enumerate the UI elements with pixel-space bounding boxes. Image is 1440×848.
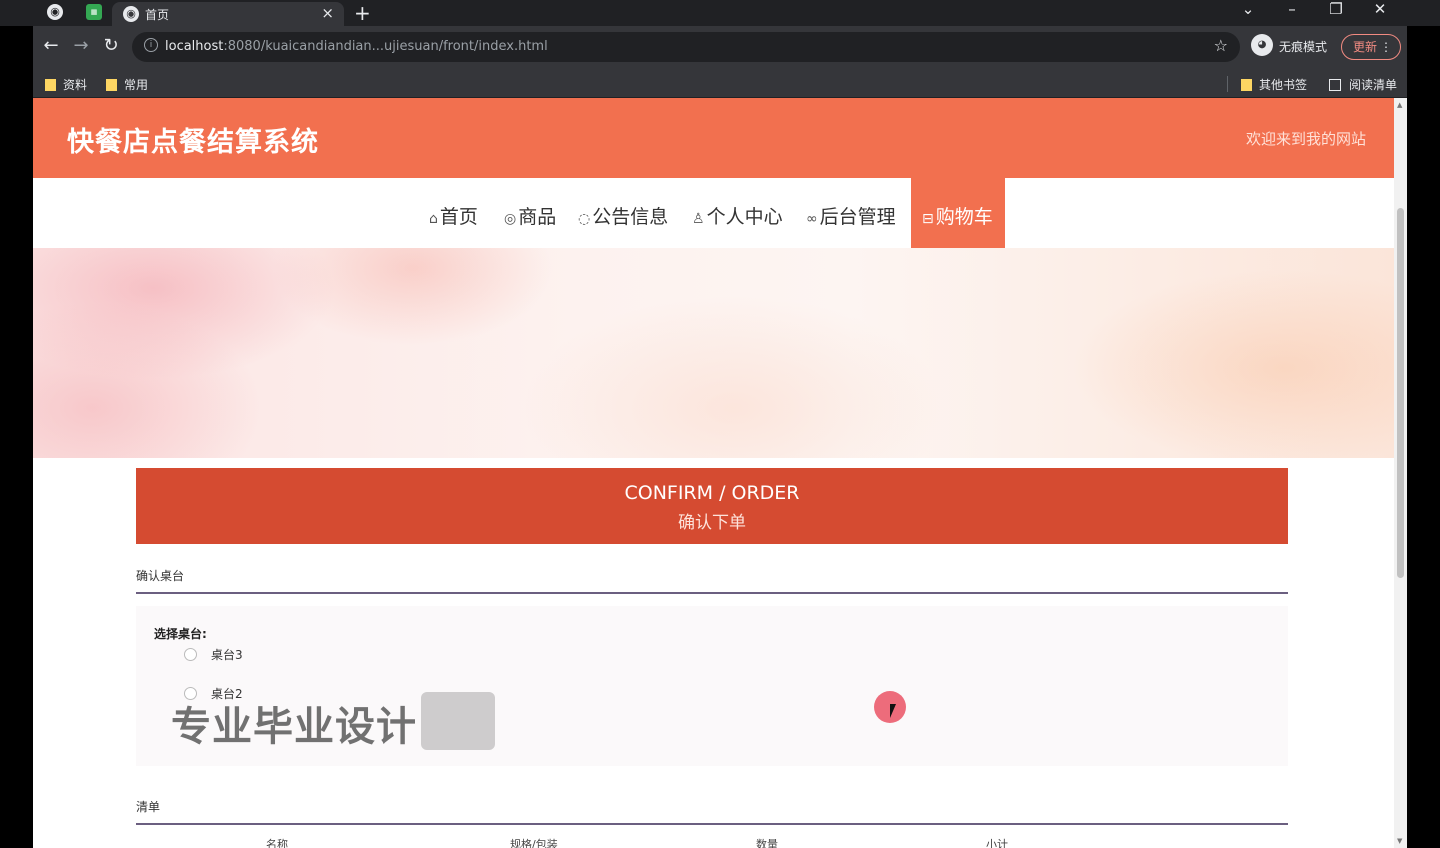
close-icon[interactable]: × [321, 4, 334, 22]
browser-tab-active[interactable]: ◉ 首页 × [112, 2, 344, 26]
mouse-cursor-icon [890, 704, 902, 718]
site-title: 快餐店点餐结算系统 [67, 127, 319, 158]
column-header: 规格/包装 [510, 838, 558, 848]
bookmark-star-icon[interactable]: ☆ [1214, 36, 1228, 55]
globe-icon: ◉ [123, 6, 139, 22]
address-bar[interactable]: i localhost:8080/kuaicandiandian...ujies… [132, 32, 1240, 62]
back-icon[interactable]: ← [39, 35, 63, 56]
page-scrollbar[interactable]: ▲ ▼ [1394, 98, 1407, 848]
welcome-text: 欢迎来到我的网站 [1245, 130, 1366, 148]
menu-dots-icon[interactable]: ⋮ [1380, 35, 1392, 59]
column-header: 名称 [266, 838, 288, 848]
table-option[interactable]: 桌台3 [184, 646, 243, 663]
forward-icon[interactable]: → [69, 35, 93, 56]
folder-icon [45, 79, 56, 91]
browser-toolbar: ← → ↻ i localhost:8080/kuaicandiandian..… [33, 26, 1407, 70]
nav-item-notice[interactable]: ◌ 公告信息 [578, 202, 668, 229]
nav-item-cart[interactable]: ⊟ 购物车 [911, 178, 1005, 248]
scrollbar-thumb[interactable] [1397, 208, 1404, 578]
nav-item-goods[interactable]: ◎ 商品 [504, 202, 556, 229]
bookmarks-divider [1227, 76, 1228, 92]
watermark-blur [421, 692, 495, 750]
bookmark-folder[interactable]: 资料 [45, 76, 87, 93]
web-page: 快餐店点餐结算系统 欢迎来到我的网站 ⌂ 首页 ◎ 商品 ◌ 公告信息 ♙ 个人中心 ∞… [33, 98, 1394, 848]
column-header: 小计 [986, 838, 1008, 848]
close-window-icon[interactable]: ✕ [1358, 0, 1402, 18]
watermark-text: 专业毕业设计 [171, 704, 417, 750]
restore-icon[interactable]: ❐ [1314, 0, 1358, 18]
profile-label: 无痕模式 [1279, 40, 1328, 54]
window-controls: ⌄ – ❐ ✕ [1226, 0, 1402, 18]
bookmark-folder[interactable]: 常用 [106, 76, 148, 93]
folder-icon [1241, 79, 1252, 91]
confirm-title-en: CONFIRM / ORDER [624, 482, 800, 504]
select-table-title: 选择桌台: [154, 627, 207, 641]
new-tab-icon[interactable]: + [354, 1, 371, 25]
reading-list[interactable]: 阅读清单 [1329, 76, 1397, 93]
table-section-label: 确认桌台 [136, 569, 185, 583]
sheet-icon[interactable]: ▦ [86, 4, 102, 20]
info-icon[interactable]: i [144, 38, 158, 52]
tab-title: 首页 [145, 8, 170, 22]
confirm-order-header: CONFIRM / ORDER 确认下单 [136, 468, 1288, 544]
incognito-icon: ◕ [1251, 34, 1273, 56]
update-button[interactable]: 更新 ⋮ [1341, 34, 1401, 60]
main-nav: ⌂ 首页 ◎ 商品 ◌ 公告信息 ♙ 个人中心 ∞ 后台管理 ⊟ 购物车 [33, 178, 1394, 248]
folder-icon [106, 79, 117, 91]
reload-icon[interactable]: ↻ [99, 35, 123, 56]
chevron-down-icon[interactable]: ⌄ [1226, 0, 1270, 18]
goods-icon: ◎ [504, 211, 517, 227]
site-header: 快餐店点餐结算系统 欢迎来到我的网站 [33, 98, 1394, 178]
notice-icon: ◌ [578, 211, 591, 227]
list-table-header: 名称 规格/包装 数量 小计 [136, 836, 1288, 848]
nav-item-user-center[interactable]: ♙ 个人中心 [692, 202, 783, 229]
nav-item-home[interactable]: ⌂ 首页 [429, 202, 478, 229]
section-divider [136, 592, 1288, 594]
globe-icon[interactable]: ◉ [47, 4, 63, 20]
hero-banner [33, 248, 1394, 458]
list-section-label: 清单 [136, 800, 161, 814]
user-icon: ♙ [692, 211, 705, 227]
cart-icon: ⊟ [922, 211, 934, 227]
column-header: 数量 [756, 838, 778, 848]
bookmarks-bar: 资料 常用 其他书签 阅读清单 [33, 70, 1407, 98]
url-text: localhost:8080/kuaicandiandian...ujiesua… [165, 39, 548, 54]
scroll-up-icon[interactable]: ▲ [1397, 101, 1402, 109]
reading-list-icon [1329, 79, 1341, 91]
browser-tab-strip: ◉ ▦ ◉ 首页 × + ⌄ – ❐ ✕ [0, 0, 1440, 26]
other-bookmarks[interactable]: 其他书签 [1241, 76, 1307, 93]
radio-button[interactable] [184, 648, 197, 661]
confirm-title-cn: 确认下单 [678, 513, 746, 533]
home-icon: ⌂ [429, 211, 438, 227]
minimize-icon[interactable]: – [1270, 0, 1314, 18]
screen: ◉ ▦ ◉ 首页 × + ⌄ – ❐ ✕ ← → ↻ i localhost:8080… [0, 0, 1440, 848]
section-divider [136, 823, 1288, 825]
link-icon: ∞ [806, 211, 818, 227]
nav-item-admin[interactable]: ∞ 后台管理 [806, 202, 896, 229]
scroll-down-icon[interactable]: ▼ [1397, 837, 1402, 845]
